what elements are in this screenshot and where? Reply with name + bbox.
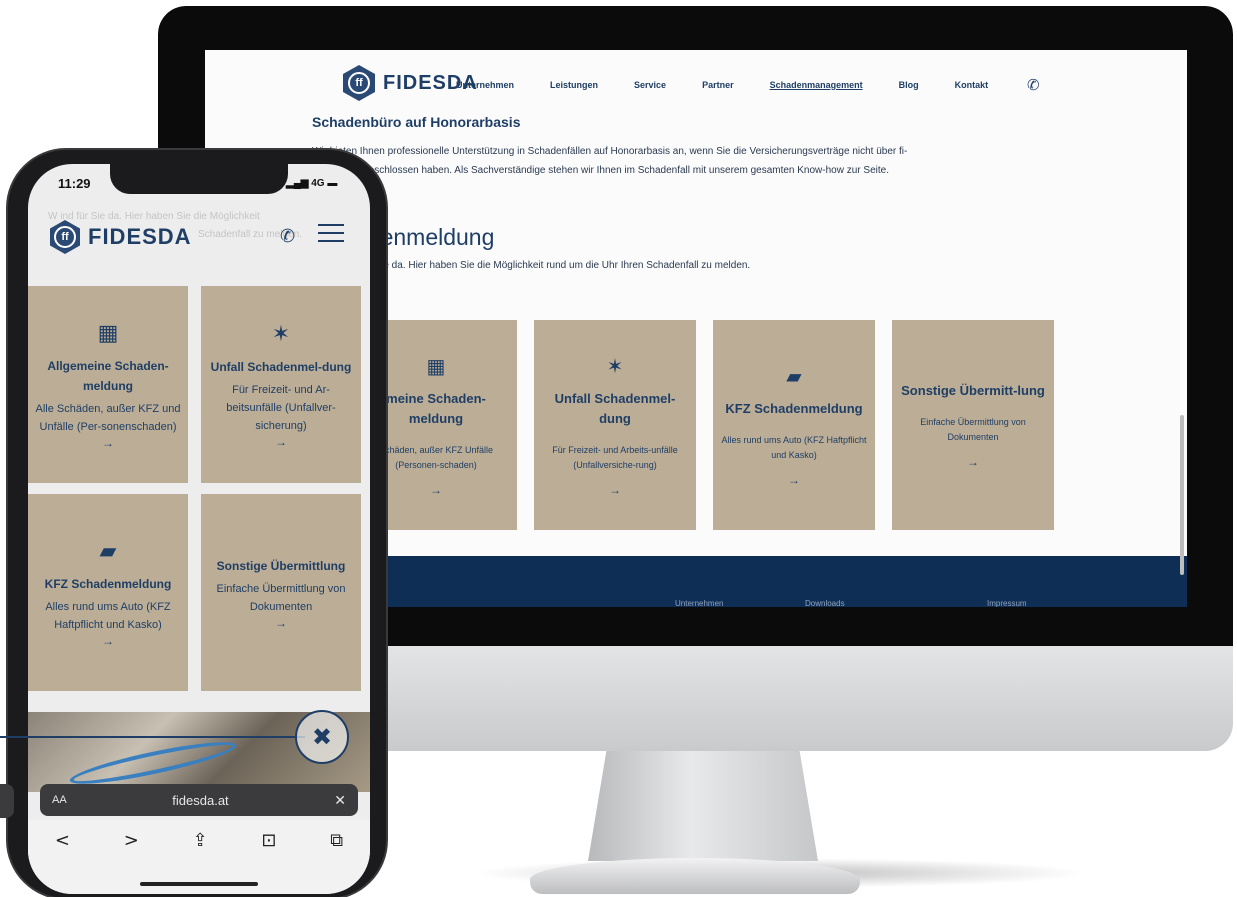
- fidesda-logo-icon: ff: [343, 65, 375, 101]
- nav-service[interactable]: Service: [634, 80, 666, 90]
- rope-shape: [67, 734, 239, 792]
- hamburger-menu-icon[interactable]: [318, 224, 344, 242]
- desktop-nav: Unternehmen Leistungen Service Partner S…: [456, 80, 1024, 90]
- nav-schadenmanagement[interactable]: Schadenmanagement: [770, 80, 863, 90]
- arrow-right-icon: →: [275, 615, 287, 630]
- nav-leistungen[interactable]: Leistungen: [550, 80, 598, 90]
- page-subtext: l für Sie da. Hier haben Sie die Möglich…: [355, 260, 751, 271]
- notch: [110, 164, 288, 194]
- card-kfz-schadenmeldung[interactable]: ▰ KFZ Schadenmeldung Alles rund ums Auto…: [28, 494, 188, 691]
- status-network: ▂▄▆ 4G ▬: [286, 178, 338, 189]
- logo-text: FIDESDA: [88, 224, 192, 249]
- building-fire-icon: ▦: [426, 355, 446, 378]
- address-bar[interactable]: AA fidesda.at ✕: [40, 784, 358, 816]
- arrow-right-icon: →: [430, 482, 442, 497]
- falling-person-icon: ✶: [271, 320, 291, 346]
- card-allgemeine-schadenmeldung[interactable]: ▦ Allgemeine Schaden-meldung Alle Schäde…: [28, 286, 188, 483]
- previous-tab-edge: [0, 784, 14, 818]
- mockup-stage: ff FIDESDA Unternehmen Leistungen Servic…: [0, 0, 1237, 897]
- card-title: Unfall Schadenmel-dung: [210, 359, 352, 374]
- network-label: 4G: [311, 178, 325, 189]
- imac-stand-neck: [588, 751, 818, 861]
- callout-line: [0, 736, 305, 738]
- desktop-card-row: ▦ meine Schaden-meldung Schäden, außer K…: [355, 320, 1054, 530]
- section-text: Wir bieten Ihnen professionelle Unterstü…: [312, 142, 1152, 180]
- phone-icon[interactable]: ✆: [280, 226, 295, 247]
- falling-person-icon: ✶: [606, 355, 624, 378]
- arrow-right-icon: →: [609, 482, 621, 497]
- card-title: Unfall Schadenmel-dung: [554, 390, 676, 426]
- arrow-right-icon: →: [788, 472, 800, 487]
- nav-partner[interactable]: Partner: [702, 80, 734, 90]
- arrow-right-icon: →: [275, 434, 287, 449]
- car-crash-icon: ▰: [99, 537, 117, 563]
- card-text: Für Freizeit- und Arbeits-unfälle (Unfal…: [552, 444, 678, 470]
- nav-blog[interactable]: Blog: [899, 80, 919, 90]
- text-size-button[interactable]: AA: [52, 794, 67, 806]
- card-title: KFZ Schadenmeldung: [44, 576, 172, 591]
- card-text: Alle Schäden, außer KFZ und Unfälle (Per…: [35, 402, 181, 433]
- nav-unternehmen[interactable]: Unternehmen: [456, 80, 514, 90]
- mobile-logo[interactable]: ff FIDESDA: [50, 220, 192, 254]
- footer-link-downloads[interactable]: Downloads: [805, 599, 845, 607]
- close-icon[interactable]: ✕: [334, 792, 346, 809]
- section-heading: Schadenbüro auf Honorarbasis: [312, 114, 521, 130]
- back-icon[interactable]: <: [55, 830, 70, 894]
- footer-link-impressum[interactable]: Impressum: [987, 599, 1027, 607]
- arrow-right-icon: →: [967, 455, 979, 469]
- tabs-icon[interactable]: ⧉: [330, 830, 343, 894]
- card-title: Allgemeine Schaden-meldung: [47, 358, 169, 393]
- forward-icon[interactable]: >: [124, 830, 139, 894]
- card-title: Sonstige Übermitt-lung: [901, 383, 1045, 398]
- card-text: Einfache Übermittlung von Dokumenten: [216, 582, 346, 613]
- desktop-header: ff FIDESDA Unternehmen Leistungen Servic…: [205, 50, 1187, 122]
- card-kfz-schadenmeldung[interactable]: ▰ KFZ Schadenmeldung Alles rund ums Auto…: [713, 320, 875, 530]
- footer-link-unternehmen[interactable]: Unternehmen: [675, 599, 723, 607]
- arrow-right-icon: →: [102, 633, 114, 648]
- arrow-right-icon: →: [102, 435, 114, 450]
- car-crash-icon: ▰: [786, 365, 802, 388]
- card-text: Alles rund ums Auto (KFZ Haftpflicht und…: [45, 600, 171, 631]
- section-text-line: abgeschlossen haben. Als Sachverständige…: [352, 165, 889, 176]
- phone-screen: W ind für Sie da. Hier haben Sie die Mög…: [28, 164, 370, 894]
- tool-badge-icon: ✖: [295, 710, 349, 764]
- card-sonstige-uebermittlung[interactable]: Sonstige Übermitt-lung Einfache Übermitt…: [892, 320, 1054, 530]
- home-indicator: [140, 882, 258, 886]
- fidesda-logo-icon: ff: [50, 220, 80, 254]
- card-text: Alles rund ums Auto (KFZ Haftpflicht und…: [721, 434, 867, 460]
- phone-icon[interactable]: ✆: [1027, 76, 1040, 94]
- card-unfall-schadenmeldung[interactable]: ✶ Unfall Schadenmel-dung Für Freizeit- u…: [201, 286, 361, 483]
- card-unfall-schadenmeldung[interactable]: ✶ Unfall Schadenmel-dung Für Freizeit- u…: [534, 320, 696, 530]
- scrollbar[interactable]: [1180, 415, 1184, 575]
- imac-stand-foot: [530, 858, 860, 894]
- building-fire-icon: ▦: [97, 319, 119, 345]
- iphone: W ind für Sie da. Hier haben Sie die Mög…: [8, 150, 386, 897]
- card-text: Einfache Übermittlung von Dokumenten: [920, 417, 1026, 442]
- status-time: 11:29: [58, 176, 91, 191]
- url-text[interactable]: fidesda.at: [172, 793, 228, 808]
- card-title: Sonstige Übermittlung: [216, 558, 346, 573]
- section-text-line: Wir bieten Ihnen professionelle Unterstü…: [312, 146, 908, 157]
- card-title: KFZ Schadenmeldung: [725, 400, 863, 416]
- card-text: Für Freizeit- und Ar-beitsunfälle (Unfal…: [226, 383, 336, 432]
- bookmarks-icon[interactable]: ⊡: [261, 830, 276, 894]
- nav-kontakt[interactable]: Kontakt: [955, 80, 989, 90]
- card-sonstige-uebermittlung[interactable]: Sonstige Übermittlung Einfache Übermittl…: [201, 494, 361, 691]
